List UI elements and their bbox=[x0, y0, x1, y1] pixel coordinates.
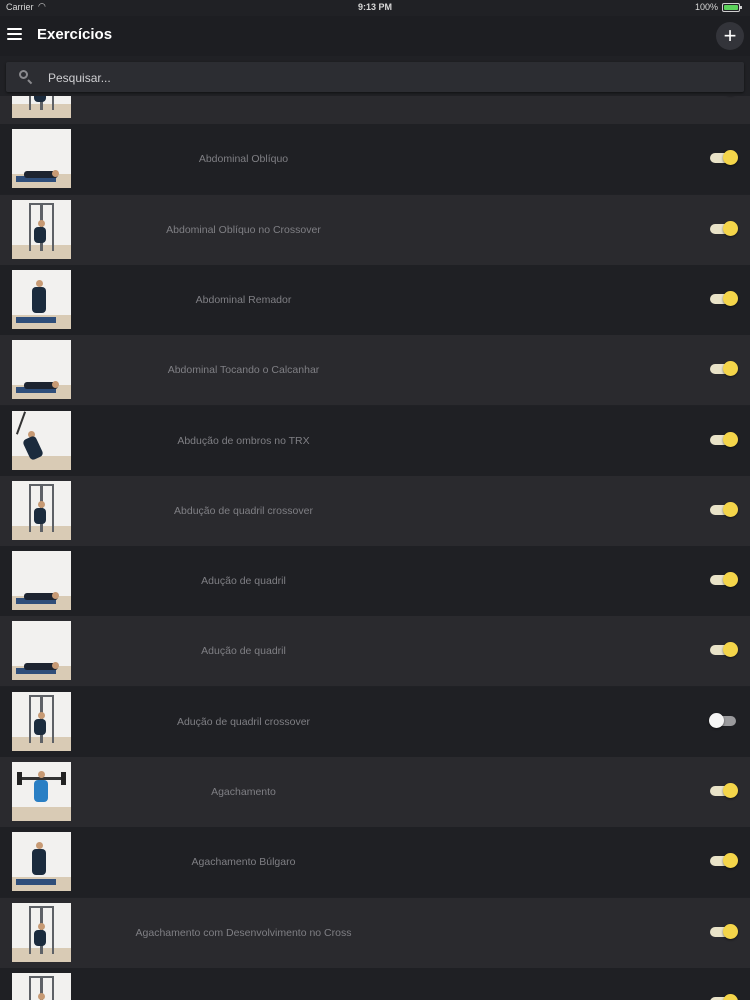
exercise-thumbnail bbox=[12, 129, 71, 189]
exercise-enabled-toggle[interactable] bbox=[710, 220, 738, 236]
exercise-label: Abdominal Tocando o Calcanhar bbox=[167, 364, 320, 377]
search-icon bbox=[19, 70, 28, 79]
exercise-thumbnail bbox=[12, 410, 71, 470]
exercise-enabled-toggle[interactable] bbox=[710, 783, 738, 798]
exercise-label: Adução de quadril bbox=[201, 645, 286, 658]
exercise-thumbnail bbox=[12, 340, 71, 400]
exercise-enabled-toggle[interactable] bbox=[710, 853, 738, 869]
exercise-row[interactable]: Abdominal Remador bbox=[0, 264, 750, 335]
exercise-enabled-toggle[interactable] bbox=[710, 431, 738, 447]
exercise-enabled-toggle[interactable] bbox=[710, 501, 738, 517]
battery-percent: 100% bbox=[694, 2, 718, 12]
search-bar[interactable] bbox=[6, 62, 744, 94]
exercise-thumbnail bbox=[12, 621, 71, 681]
exercise-enabled-toggle[interactable] bbox=[710, 642, 738, 658]
search-input[interactable] bbox=[46, 62, 730, 94]
exercise-label: Abdominal Oblíquo bbox=[198, 153, 289, 166]
exercise-enabled-toggle[interactable] bbox=[710, 993, 738, 1000]
exercise-enabled-toggle[interactable] bbox=[710, 572, 738, 588]
app-bar: Exercícios + bbox=[0, 16, 750, 56]
exercise-thumbnail bbox=[12, 762, 71, 821]
status-bar: Carrier ◠ 9:13 PM 100% bbox=[0, 0, 750, 16]
exercise-row[interactable]: Adução de quadril bbox=[0, 546, 750, 617]
exercise-label: Agachamento bbox=[211, 786, 276, 798]
exercise-enabled-toggle[interactable] bbox=[710, 361, 738, 377]
clock: 9:13 PM bbox=[357, 2, 392, 12]
exercise-row[interactable] bbox=[0, 967, 750, 1000]
exercise-row[interactable]: Abdominal Oblíquo bbox=[0, 124, 750, 195]
exercise-thumbnail bbox=[12, 269, 71, 329]
exercise-label: Agachamento com Desenvolvimento no Cross bbox=[135, 926, 352, 939]
exercise-label: Agachamento Búlgaro bbox=[191, 856, 296, 869]
exercise-label: Abdominal Oblíquo no Crossover bbox=[166, 223, 321, 236]
exercise-enabled-toggle[interactable] bbox=[710, 923, 738, 939]
exercise-row[interactable]: Agachamento com Desenvolvimento no Cross bbox=[0, 897, 750, 968]
exercise-thumbnail bbox=[12, 691, 71, 751]
exercise-thumbnail bbox=[12, 199, 71, 259]
exercise-label: Abdominal Remador bbox=[195, 293, 292, 306]
exercise-label: Abdução de ombros no TRX bbox=[177, 434, 310, 447]
exercise-thumbnail bbox=[12, 96, 71, 118]
exercise-row[interactable]: Adução de quadril bbox=[0, 616, 750, 687]
exercise-label bbox=[76, 968, 411, 1000]
hamburger-menu-icon[interactable] bbox=[7, 28, 22, 41]
page-title: Exercícios bbox=[37, 26, 113, 43]
exercise-enabled-toggle[interactable] bbox=[710, 150, 738, 166]
battery-icon bbox=[722, 3, 742, 12]
exercise-list[interactable]: Abdominal Oblíquo Abdominal Oblíquo no Cr… bbox=[0, 96, 750, 1000]
exercise-row[interactable]: Abdominal Oblíquo no Crossover bbox=[0, 194, 750, 265]
exercise-thumbnail bbox=[12, 551, 71, 611]
exercise-row[interactable]: Agachamento Búlgaro bbox=[0, 827, 750, 898]
exercise-enabled-toggle[interactable] bbox=[710, 290, 738, 306]
exercise-row[interactable]: Adução de quadril crossover bbox=[0, 686, 750, 757]
exercise-thumbnail bbox=[12, 480, 71, 540]
exercise-row[interactable] bbox=[0, 96, 750, 124]
exercise-thumbnail bbox=[12, 902, 71, 962]
add-exercise-button[interactable]: + bbox=[716, 22, 744, 50]
exercise-row[interactable]: Abdominal Tocando o Calcanhar bbox=[0, 335, 750, 406]
exercise-row[interactable]: Abdução de ombros no TRX bbox=[0, 405, 750, 476]
exercise-row[interactable]: Abdução de quadril crossover bbox=[0, 475, 750, 546]
exercise-enabled-toggle[interactable] bbox=[709, 712, 736, 728]
exercise-row[interactable]: Agachamento bbox=[0, 757, 750, 827]
exercise-thumbnail bbox=[12, 972, 71, 1000]
exercise-thumbnail bbox=[12, 832, 71, 892]
exercise-label: Adução de quadril crossover bbox=[176, 715, 311, 728]
exercise-label: Adução de quadril bbox=[201, 575, 286, 588]
exercise-label bbox=[76, 96, 411, 124]
exercise-label: Abdução de quadril crossover bbox=[174, 504, 313, 517]
